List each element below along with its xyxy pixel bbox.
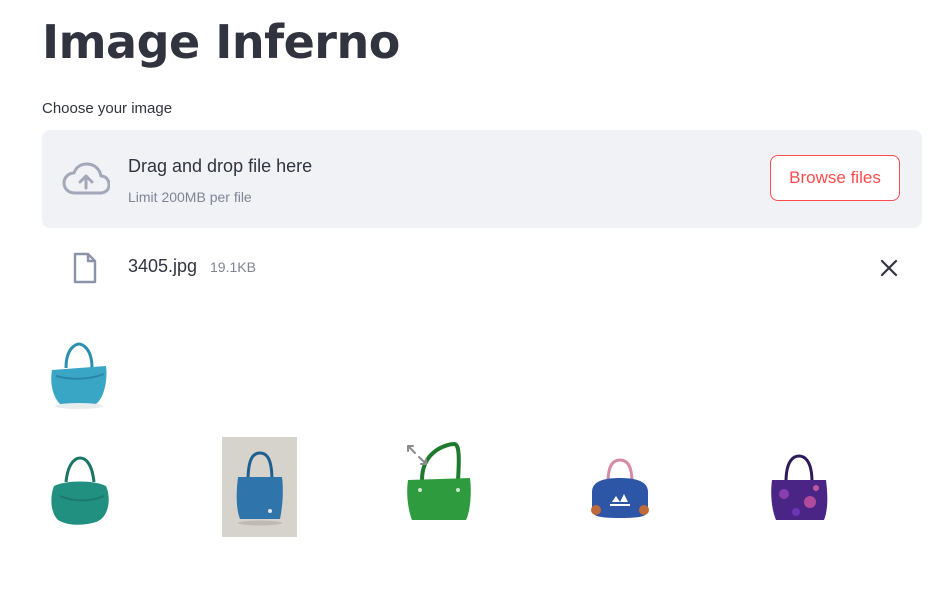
- query-image: [51, 342, 107, 409]
- remove-file-button[interactable]: [876, 255, 902, 281]
- file-dropzone[interactable]: Drag and drop file here Limit 200MB per …: [42, 130, 922, 228]
- result-image[interactable]: [46, 456, 114, 528]
- close-icon: [880, 259, 898, 277]
- browse-files-button[interactable]: Browse files: [770, 155, 900, 201]
- result-image[interactable]: [766, 452, 832, 524]
- file-icon: [73, 252, 97, 284]
- blue-tote-image: [236, 451, 283, 526]
- result-image[interactable]: [588, 456, 652, 522]
- page-title: Image Inferno: [42, 15, 400, 69]
- uploader-label: Choose your image: [42, 100, 173, 117]
- dropzone-instruction: Drag and drop file here: [128, 156, 313, 176]
- expand-icon[interactable]: [406, 444, 428, 466]
- uploaded-file-row: 3405.jpg 19.1KB: [42, 245, 922, 289]
- result-image[interactable]: [222, 437, 297, 537]
- uploaded-file-name: 3405.jpg: [128, 256, 198, 276]
- cloud-upload-icon: [62, 162, 110, 195]
- dropzone-limit: Limit 200MB per file: [128, 189, 252, 205]
- uploaded-file-size: 19.1KB: [210, 259, 256, 275]
